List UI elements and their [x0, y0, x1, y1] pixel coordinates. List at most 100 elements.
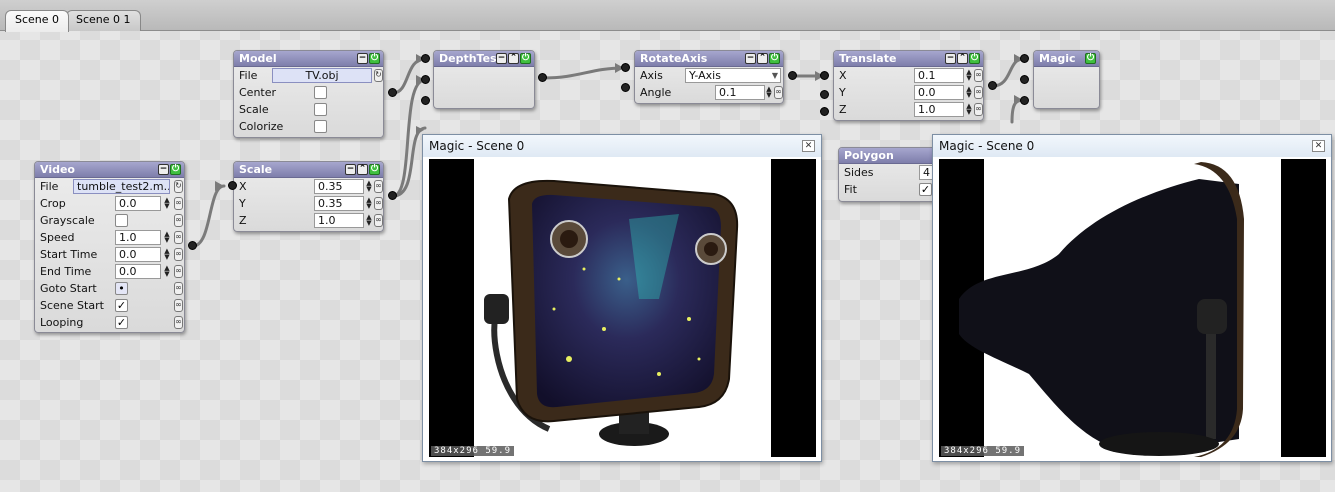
translate-input-port[interactable] — [820, 107, 829, 116]
center-checkbox[interactable] — [314, 86, 327, 99]
scale-y-field[interactable]: 0.35 — [314, 196, 364, 211]
enable-icon[interactable]: ⏻ — [769, 53, 780, 64]
grayscale-checkbox[interactable] — [115, 214, 128, 227]
link-icon[interactable]: ∞ — [174, 214, 183, 227]
collapse-icon[interactable]: ⌃ — [757, 53, 768, 64]
close-icon[interactable]: ✕ — [1312, 140, 1325, 152]
translate-x-field[interactable]: 0.1 — [914, 68, 964, 83]
link-icon[interactable]: ∞ — [374, 214, 383, 227]
scale-x-spinner[interactable]: ▲ ▼ — [365, 180, 373, 193]
tab-scene-0[interactable]: Scene 0 — [5, 10, 70, 32]
wire-depthtest-rotateaxis[interactable] — [541, 66, 626, 80]
scale-output-port[interactable] — [388, 191, 397, 200]
video-file-field[interactable]: tumble_test2.m... — [73, 179, 170, 194]
axis-select[interactable]: Y-Axis ▼ — [685, 68, 781, 83]
minimize-icon[interactable]: − — [496, 53, 507, 64]
translate-input-port[interactable] — [820, 71, 829, 80]
depthtest-output-port[interactable] — [538, 73, 547, 82]
wire-translate-magic[interactable] — [991, 57, 1025, 88]
enable-icon[interactable]: ⏻ — [1085, 53, 1096, 64]
wire-model-depthtest[interactable] — [391, 57, 427, 95]
rotateaxis-input-port[interactable] — [621, 63, 630, 72]
crop-field[interactable]: 0.0 — [115, 196, 161, 211]
enable-icon[interactable]: ⏻ — [170, 164, 181, 175]
rotateaxis-input-port[interactable] — [621, 83, 630, 92]
minimize-icon[interactable]: − — [745, 53, 756, 64]
translate-y-field[interactable]: 0.0 — [914, 85, 964, 100]
translate-x-spinner[interactable]: ▲ ▼ — [965, 69, 973, 82]
speed-field[interactable]: 1.0 — [115, 230, 161, 245]
translate-z-spinner[interactable]: ▲ ▼ — [965, 103, 973, 116]
link-icon[interactable]: ∞ — [174, 265, 183, 278]
model-node[interactable]: Model − ⏻ File TV.obj ↻ Center Scale Colori… — [233, 50, 384, 138]
scale-input-port[interactable] — [228, 181, 237, 190]
translate-node[interactable]: Translate − ⌃ ⏻ X 0.1 ▲ ▼ ∞ Y 0.0 ▲ ▼ ∞ Z 1.0 ▲ ▼ ∞ — [833, 50, 984, 121]
link-icon[interactable]: ∞ — [174, 282, 183, 295]
rotateaxis-output-port[interactable] — [788, 71, 797, 80]
minimize-icon[interactable]: − — [345, 164, 356, 175]
looping-checkbox[interactable]: ✓ — [115, 316, 128, 329]
link-icon[interactable]: ∞ — [174, 248, 183, 261]
enable-icon[interactable]: ⏻ — [369, 53, 380, 64]
angle-spinner[interactable]: ▲ ▼ — [765, 86, 773, 99]
translate-output-port[interactable] — [988, 81, 997, 90]
video-node[interactable]: Video − ⏻ File tumble_test2.m... ↻ Crop 0.0 ▲… — [34, 161, 185, 333]
link-icon[interactable]: ∞ — [974, 103, 983, 116]
start-time-spinner[interactable]: ▲ ▼ — [163, 248, 171, 261]
scale-y-spinner[interactable]: ▲ ▼ — [365, 197, 373, 210]
depthtest-input-port[interactable] — [421, 96, 430, 105]
enable-icon[interactable]: ⏻ — [369, 164, 380, 175]
link-icon[interactable]: ∞ — [374, 197, 383, 210]
render-viewport[interactable]: 384x296 59.9 — [429, 159, 816, 457]
scale-z-field[interactable]: 1.0 — [314, 213, 364, 228]
scene-start-checkbox[interactable]: ✓ — [115, 299, 128, 312]
magic-output-window[interactable]: Magic - Scene 0 ✕ 384x296 59.9 — [422, 134, 822, 462]
reload-icon[interactable]: ↻ — [174, 180, 183, 193]
depthtest-input-port[interactable] — [421, 75, 430, 84]
crop-spinner[interactable]: ▲ ▼ — [163, 197, 171, 210]
start-time-field[interactable]: 0.0 — [115, 247, 161, 262]
end-time-field[interactable]: 0.0 — [115, 264, 161, 279]
link-icon[interactable]: ∞ — [174, 231, 183, 244]
fit-checkbox[interactable]: ✓ — [919, 183, 932, 196]
depthtest-node[interactable]: DepthTest − ⌃ ⏻ — [433, 50, 535, 109]
speed-spinner[interactable]: ▲ ▼ — [163, 231, 171, 244]
minimize-icon[interactable]: − — [158, 164, 169, 175]
magic-output-window[interactable]: Magic - Scene 0 ✕ 384x296 59.9 — [932, 134, 1332, 462]
depthtest-input-port[interactable] — [421, 54, 430, 63]
colorize-checkbox[interactable] — [314, 120, 327, 133]
translate-z-field[interactable]: 1.0 — [914, 102, 964, 117]
scale-x-field[interactable]: 0.35 — [314, 179, 364, 194]
scale-node[interactable]: Scale − ⌃ ⏻ X 0.35 ▲ ▼ ∞ Y 0.35 ▲ ▼ ∞ Z 1.0 ▲ ▼ ∞ — [233, 161, 384, 232]
link-icon[interactable]: ∞ — [374, 180, 383, 193]
magic-input-port[interactable] — [1020, 96, 1029, 105]
minimize-icon[interactable]: − — [945, 53, 956, 64]
reload-icon[interactable]: ↻ — [374, 69, 383, 82]
link-icon[interactable]: ∞ — [974, 69, 983, 82]
translate-y-spinner[interactable]: ▲ ▼ — [965, 86, 973, 99]
wire-video-scale[interactable] — [191, 184, 226, 248]
collapse-icon[interactable]: ⌃ — [957, 53, 968, 64]
model-output-port[interactable] — [388, 88, 397, 97]
link-icon[interactable]: ∞ — [974, 86, 983, 99]
close-icon[interactable]: ✕ — [802, 140, 815, 152]
rotateaxis-node[interactable]: RotateAxis − ⌃ ⏻ Axis Y-Axis ▼ Angle 0.1 ▲ ▼ ∞ — [634, 50, 784, 104]
magic-node[interactable]: Magic ⏻ — [1033, 50, 1100, 109]
video-output-port[interactable] — [188, 241, 197, 250]
enable-icon[interactable]: ⏻ — [969, 53, 980, 64]
angle-field[interactable]: 0.1 — [715, 85, 765, 100]
scale-z-spinner[interactable]: ▲ ▼ — [365, 214, 373, 227]
minimize-icon[interactable]: − — [357, 53, 368, 64]
scale-checkbox[interactable] — [314, 103, 327, 116]
link-icon[interactable]: ∞ — [174, 299, 183, 312]
collapse-icon[interactable]: ⌃ — [357, 164, 368, 175]
magic-input-port[interactable] — [1020, 54, 1029, 63]
link-icon[interactable]: ∞ — [174, 316, 183, 329]
enable-icon[interactable]: ⏻ — [520, 53, 531, 64]
link-icon[interactable]: ∞ — [174, 197, 183, 210]
translate-input-port[interactable] — [820, 90, 829, 99]
link-icon[interactable]: ∞ — [774, 86, 783, 99]
render-viewport[interactable]: 384x296 59.9 — [939, 159, 1326, 457]
magic-input-port[interactable] — [1020, 75, 1029, 84]
goto-start-button[interactable]: • — [115, 282, 128, 295]
